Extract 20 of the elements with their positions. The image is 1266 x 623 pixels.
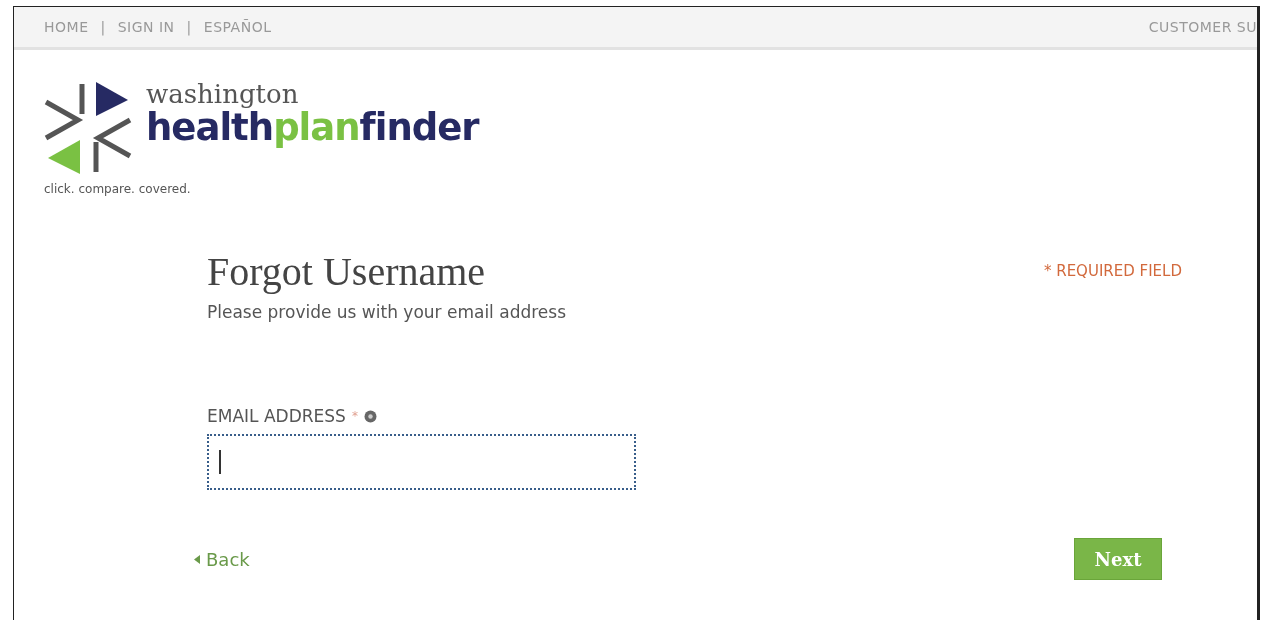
required-mark: * (351, 409, 358, 423)
separator: | (100, 19, 106, 35)
required-note: * REQUIRED FIELD (1043, 262, 1182, 280)
logo-tagline: click. compare. covered. (44, 182, 192, 196)
next-button[interactable]: Next (1074, 538, 1162, 580)
nav-link[interactable]: SIGN IN (117, 19, 175, 35)
page-title: Forgot Username (207, 250, 486, 294)
separator: | (186, 19, 192, 35)
help-icon[interactable] (363, 409, 377, 423)
email-field[interactable] (207, 434, 636, 490)
back-link[interactable]: Back (194, 548, 250, 570)
nav-link[interactable]: HOME (44, 19, 89, 35)
nav-link[interactable]: ESPAÑOL (203, 19, 272, 35)
field-label: EMAIL ADDRESS (207, 406, 346, 426)
instruction-text: Please provide us with your email address (206, 302, 568, 322)
logo-wordmark: healthplanfinder (146, 108, 479, 148)
logo-state-name: washington (146, 80, 300, 108)
nav-link[interactable]: CUSTOMER SU (1148, 19, 1257, 35)
caret-icon (194, 554, 200, 564)
logo-icon (44, 80, 132, 176)
